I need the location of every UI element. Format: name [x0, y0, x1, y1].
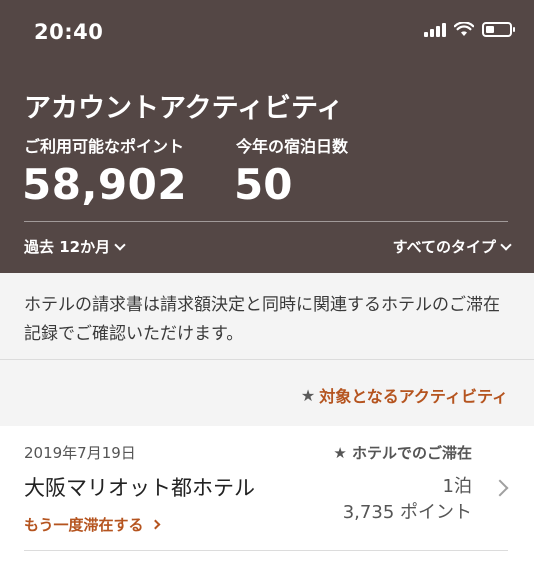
eligible-activity-row: ★ 対象となるアクティビティ [0, 360, 534, 426]
available-points-value: 58,902 [22, 160, 188, 209]
eligible-activity-link[interactable]: ★ 対象となるアクティビティ [301, 383, 508, 407]
chevron-down-icon [500, 238, 512, 251]
header-divider [24, 221, 508, 222]
activity-hotel-name: 大阪マリオット都ホテル [24, 476, 255, 500]
status-time: 20:40 [34, 20, 104, 44]
status-icons [424, 22, 515, 37]
stay-again-label: もう一度滞在する [24, 516, 144, 534]
period-filter-dropdown[interactable]: 過去 12か月 [24, 236, 126, 257]
activity-points: 3,735 ポイント [342, 502, 472, 523]
chevron-down-icon [114, 238, 126, 251]
nights-this-year-value: 50 [234, 160, 293, 209]
activity-nights: 1泊 [442, 476, 472, 497]
activity-date: 2019年7月19日 [24, 444, 136, 462]
period-filter-label: 過去 12か月 [24, 238, 111, 256]
cellular-signal-icon [424, 22, 446, 37]
account-header: 20:40 アカウントアクティビティ ご利用可能なポイント 今年の宿泊日数 58… [0, 0, 534, 273]
type-filter-label: すべてのタイプ [392, 238, 496, 256]
page-title: アカウントアクティビティ [24, 93, 344, 124]
chevron-right-icon [150, 519, 161, 530]
battery-level [486, 26, 494, 33]
activity-list-item[interactable]: 2019年7月19日 ★ ホテルでのご滞在 大阪マリオット都ホテル 1泊 3,7… [0, 426, 534, 562]
invoice-notice-text: ホテルの請求書は請求額決定と同時に関連するホテルのご滞在記録でご確認いただけます… [24, 295, 500, 344]
stay-again-link[interactable]: もう一度滞在する [24, 514, 161, 535]
invoice-notice: ホテルの請求書は請求額決定と同時に関連するホテルのご滞在記録でご確認いただけます… [0, 273, 534, 360]
eligible-activity-label: 対象となるアクティビティ [319, 387, 508, 406]
status-bar: 20:40 [0, 0, 534, 64]
wifi-icon [454, 22, 474, 36]
nights-this-year-label: 今年の宿泊日数 [236, 137, 349, 156]
chevron-right-icon[interactable] [491, 479, 509, 497]
activity-type: ★ ホテルでのご滞在 [333, 444, 472, 462]
available-points-label: ご利用可能なポイント [24, 137, 185, 156]
star-icon: ★ [300, 385, 316, 405]
list-divider [24, 550, 508, 551]
battery-icon [482, 22, 515, 37]
type-filter-dropdown[interactable]: すべてのタイプ [392, 236, 512, 257]
